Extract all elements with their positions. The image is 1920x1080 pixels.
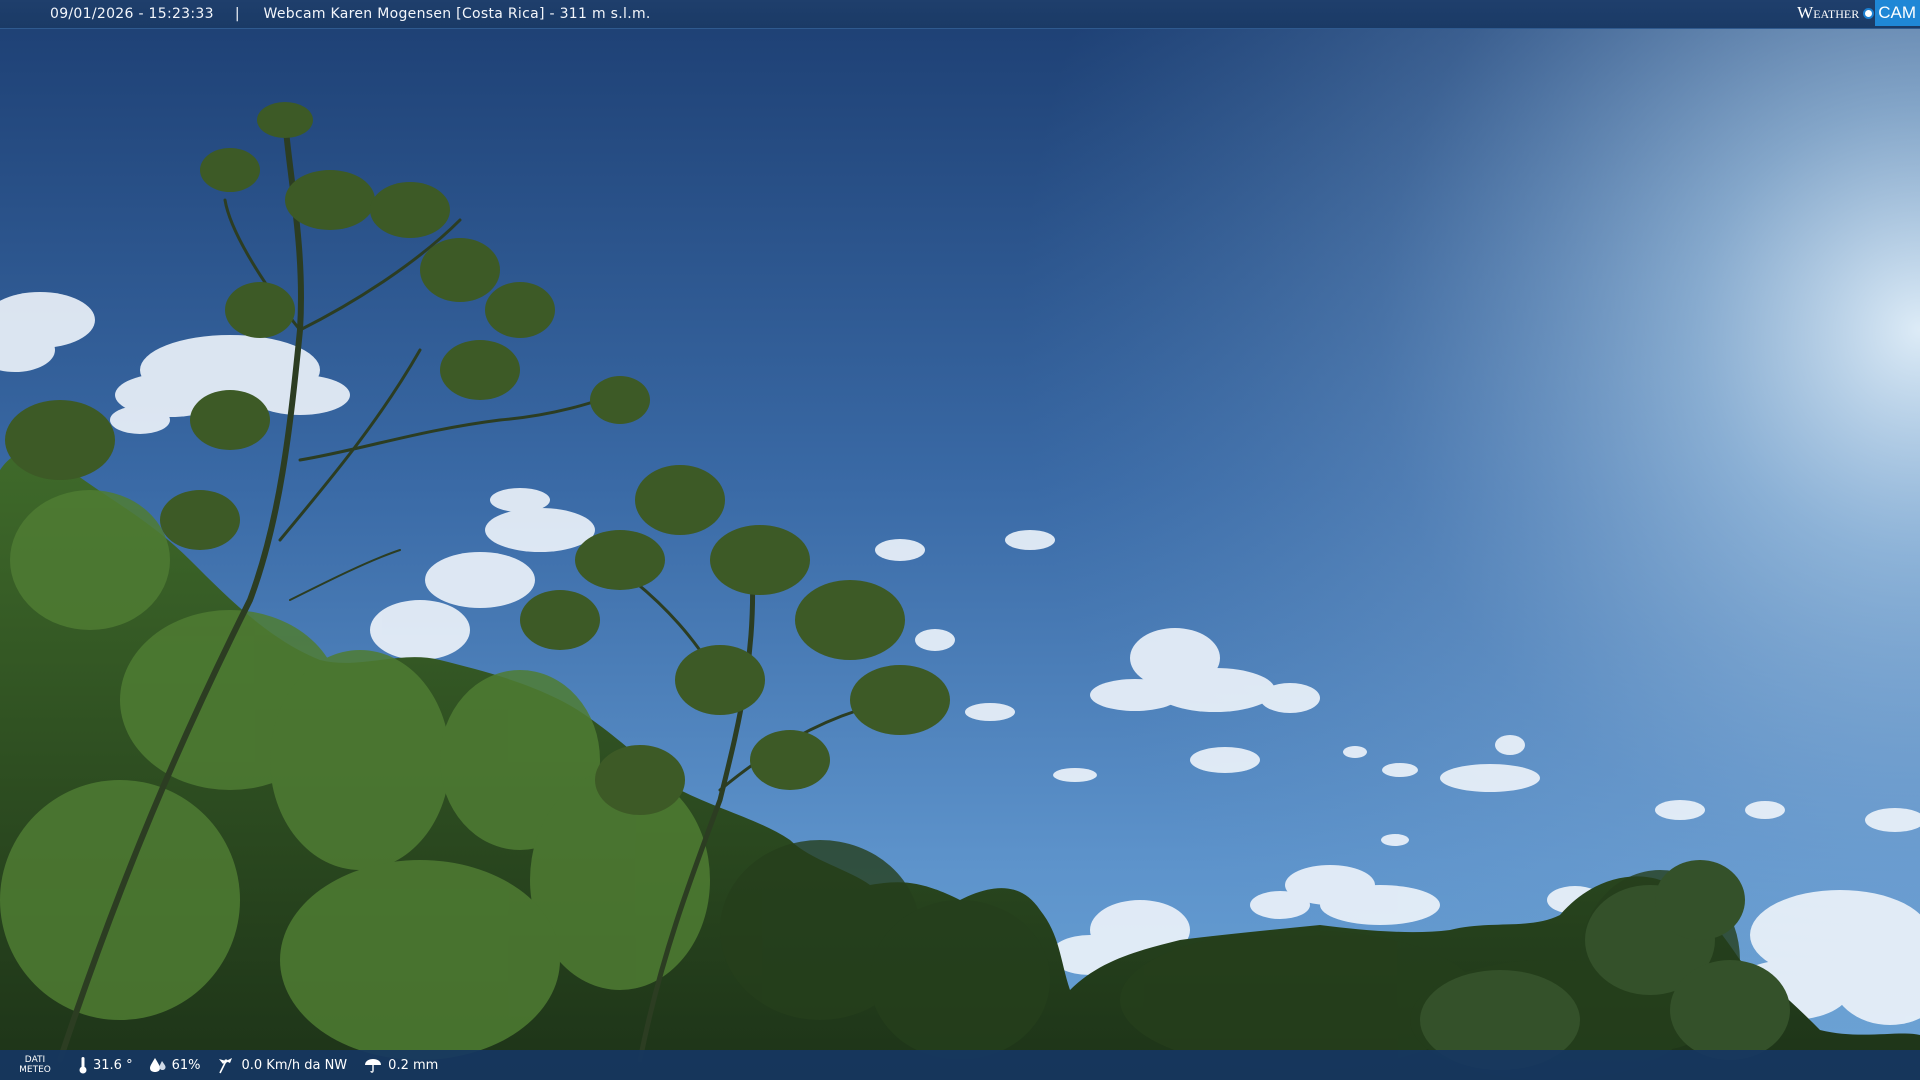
webcam-image <box>0 0 1920 1080</box>
webcam-title: Webcam Karen Mogensen [Costa Rica] - 311… <box>263 6 651 22</box>
dati-label: DATI <box>24 1055 46 1065</box>
logo-dot-icon <box>1863 7 1875 19</box>
temperature-value: 31.6 ° <box>93 1057 133 1073</box>
separator: | <box>234 6 240 22</box>
humidity-readout: 61% <box>149 1057 201 1073</box>
humidity-icon <box>149 1058 166 1072</box>
info-bar: 09/01/2026 - 15:23:33 | Webcam Karen Mog… <box>0 0 1920 29</box>
wind-readout: 0.0 Km/h da NW <box>216 1056 347 1074</box>
weather-data-bar: DATI METEO 31.6 ° 61% 0.0 Km/h da NW 0.2… <box>0 1050 1920 1080</box>
thermometer-icon <box>79 1057 87 1074</box>
webcam-view: 09/01/2026 - 15:23:33 | Webcam Karen Mog… <box>0 0 1920 1080</box>
rain-readout: 0.2 mm <box>363 1057 438 1073</box>
temperature-readout: 31.6 ° <box>78 1056 133 1074</box>
wind-icon <box>219 1058 233 1074</box>
logo-cam-text: CAM <box>1875 0 1920 26</box>
rain-icon <box>365 1059 382 1073</box>
meteo-label: METEO <box>19 1065 51 1075</box>
weathercam-logo: Weather CAM <box>1797 0 1920 26</box>
dati-meteo-label: DATI METEO <box>18 1055 52 1075</box>
timestamp: 09/01/2026 - 15:23:33 <box>50 6 214 22</box>
logo-weather-text: Weather <box>1797 3 1860 22</box>
rain-value: 0.2 mm <box>388 1057 439 1073</box>
humidity-value: 61% <box>171 1057 201 1073</box>
wind-value: 0.0 Km/h da NW <box>241 1057 348 1073</box>
